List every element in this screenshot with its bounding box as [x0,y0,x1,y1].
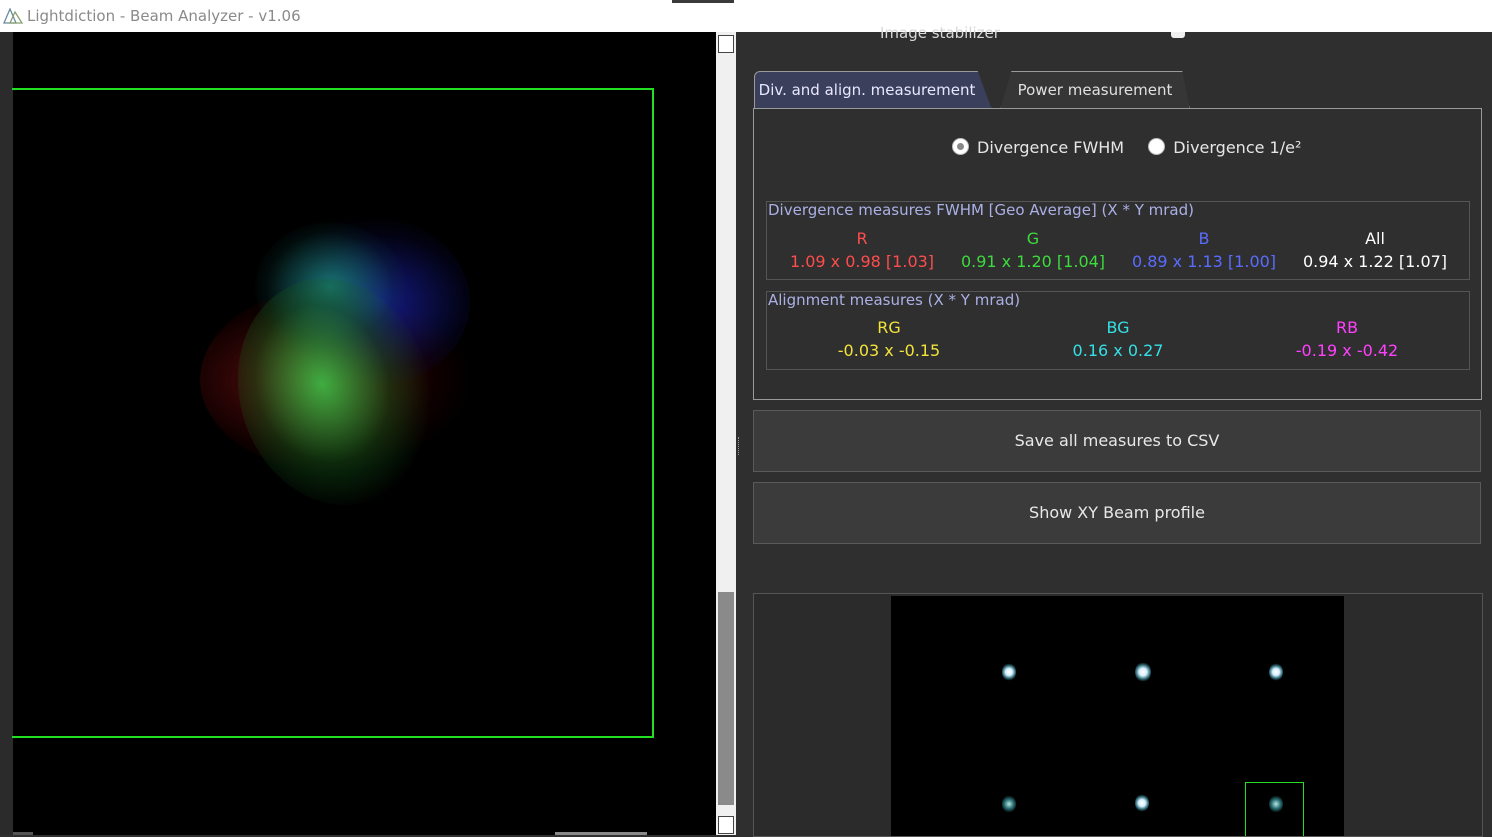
radio-checked-icon[interactable] [952,138,969,155]
divergence-all-label: All [1365,229,1385,248]
divergence-b-label: B [1198,229,1210,248]
preview-image [891,596,1344,836]
radio-fwhm[interactable]: Divergence FWHM [952,138,1124,157]
divergence-r: R 1.09 x 0.98 [1.03] [787,228,937,274]
alignment-rb: RB -0.19 x -0.42 [1272,317,1422,363]
alignment-bg: BG 0.16 x 0.27 [1043,317,1193,363]
beam-spot [1135,662,1151,682]
divergence-g-label: G [1026,229,1040,248]
divergence-group-title: Divergence measures FWHM [Geo Average] (… [768,201,1194,219]
radio-1e2[interactable]: Divergence 1/e² [1148,138,1301,157]
divergence-b: B 0.89 x 1.13 [1.00] [1129,228,1279,274]
panel-splitter[interactable] [736,32,744,835]
prism-icon [3,8,23,24]
scroll-down-button[interactable] [718,816,734,834]
alignment-bg-value: 0.16 x 0.27 [1072,341,1164,360]
divergence-b-value: 0.89 x 1.13 [1.00] [1131,252,1277,271]
preview-selection-box[interactable] [1245,782,1304,836]
tab-power[interactable]: Power measurement [1000,71,1190,110]
divergence-all: All 0.94 x 1.22 [1.07] [1300,228,1450,274]
divergence-all-value: 0.94 x 1.22 [1.07] [1302,252,1448,271]
divergence-mode-radio-group: Divergence FWHM Divergence 1/e² [952,138,1301,157]
alignment-rg-label: RG [877,318,901,337]
image-stabilizer-label: Image stabilizer [880,24,1000,42]
title-bar: Lightdiction - Beam Analyzer - v1.06 [0,0,1492,33]
alignment-bg-label: BG [1106,318,1130,337]
divergence-g: G 0.91 x 1.20 [1.04] [958,228,1108,274]
radio-unchecked-icon[interactable] [1148,138,1166,155]
divergence-g-value: 0.91 x 1.20 [1.04] [960,252,1106,271]
divergence-r-value: 1.09 x 0.98 [1.03] [789,252,935,271]
beam-spot [1269,663,1283,681]
title-bar-indicator [672,0,734,3]
beam-spot [1002,795,1016,813]
image-stabilizer-checkbox[interactable] [1171,32,1185,38]
alignment-group-title: Alignment measures (X * Y mrad) [768,291,1021,309]
save-csv-button[interactable]: Save all measures to CSV [753,410,1481,472]
show-xy-profile-button[interactable]: Show XY Beam profile [753,482,1481,544]
alignment-group: Alignment measures (X * Y mrad) RG -0.03… [766,291,1470,370]
alignment-rb-value: -0.19 x -0.42 [1295,341,1399,360]
tab-div-align[interactable]: Div. and align. measurement [754,71,992,110]
vertical-scrollbar-thumb[interactable] [718,592,734,805]
beam-spot [1002,663,1016,681]
scroll-up-button[interactable] [718,35,734,53]
alignment-rg-value: -0.03 x -0.15 [837,341,941,360]
splitter-grip-icon [738,437,741,455]
beam-image-viewer[interactable] [0,32,716,835]
roi-rectangle[interactable] [12,88,654,738]
divergence-group: Divergence measures FWHM [Geo Average] (… [766,201,1470,280]
beam-grid-preview[interactable] [753,593,1483,837]
alignment-rb-label: RB [1335,318,1359,337]
divergence-r-label: R [856,229,868,248]
beam-spot [1135,794,1149,812]
alignment-rg: RG -0.03 x -0.15 [814,317,964,363]
vertical-scrollbar[interactable] [716,32,736,835]
window-title: Lightdiction - Beam Analyzer - v1.06 [27,7,301,25]
measurement-panel: Image stabilizer Div. and align. measure… [744,24,1492,837]
tab-content: Divergence FWHM Divergence 1/e² Divergen… [753,108,1482,400]
